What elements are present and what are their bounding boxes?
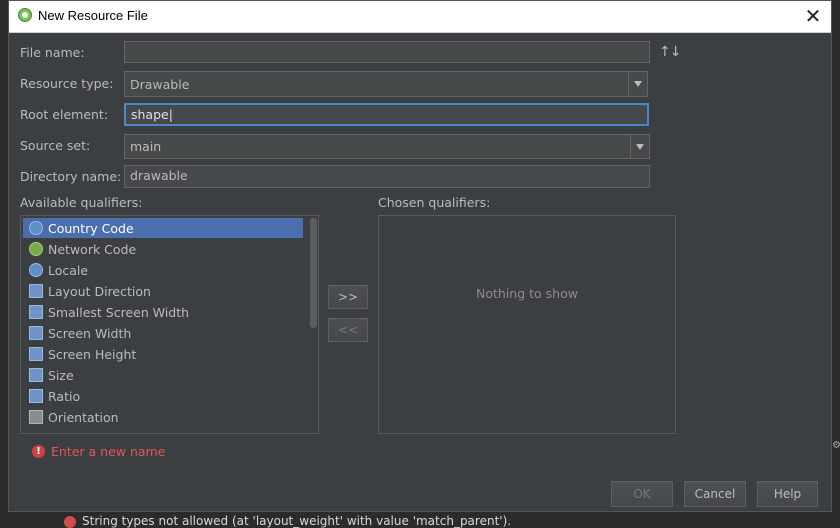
root-element-input[interactable]: shape| bbox=[124, 103, 649, 126]
chosen-qualifiers-label: Chosen qualifiers: bbox=[378, 195, 491, 210]
globe-icon bbox=[29, 221, 43, 235]
empty-list-text: Nothing to show bbox=[476, 286, 578, 301]
list-item-country-code[interactable]: Country Code bbox=[23, 218, 303, 238]
file-name-label: File name: bbox=[20, 45, 85, 60]
source-set-select[interactable]: main bbox=[124, 134, 650, 159]
screen-width-icon bbox=[29, 305, 43, 319]
root-element-label: Root element: bbox=[20, 107, 109, 122]
list-item-ratio[interactable]: Ratio bbox=[23, 386, 303, 406]
list-item-smallest-screen-width[interactable]: Smallest Screen Width bbox=[23, 302, 303, 322]
list-item-orientation[interactable]: Orientation bbox=[23, 407, 303, 427]
orientation-icon bbox=[29, 410, 43, 424]
gear-icon[interactable]: ⚙ bbox=[832, 440, 840, 451]
list-item-label: Locale bbox=[48, 262, 89, 278]
source-set-value: main bbox=[130, 139, 162, 154]
resource-type-select[interactable]: Drawable bbox=[124, 71, 648, 97]
chevron-down-icon[interactable] bbox=[628, 72, 647, 96]
status-error-icon bbox=[64, 516, 76, 528]
resource-type-label: Resource type: bbox=[20, 76, 114, 91]
size-icon bbox=[29, 368, 43, 382]
chosen-qualifiers-list[interactable]: Nothing to show bbox=[378, 215, 676, 434]
list-item-network-code[interactable]: Network Code bbox=[23, 239, 303, 259]
available-qualifiers-label: Available qualifiers: bbox=[20, 195, 143, 210]
list-item-label: Screen Height bbox=[48, 346, 137, 362]
remove-qualifier-button[interactable]: << bbox=[328, 318, 368, 342]
file-name-input[interactable] bbox=[124, 41, 650, 63]
scrollbar-thumb[interactable] bbox=[310, 218, 317, 328]
list-item-screen-height[interactable]: Screen Height bbox=[23, 344, 303, 364]
list-item-locale[interactable]: Locale bbox=[23, 260, 303, 280]
ide-status-message: String types not allowed (at 'layout_wei… bbox=[82, 514, 512, 528]
list-item-label: Smallest Screen Width bbox=[48, 304, 190, 320]
cancel-button[interactable]: Cancel bbox=[684, 481, 746, 507]
screen-height-icon bbox=[29, 347, 43, 361]
title-bar: New Resource File ✕ bbox=[9, 1, 831, 33]
android-studio-icon bbox=[18, 8, 32, 22]
available-qualifiers-list[interactable]: Country Code Network Code Locale Layout … bbox=[20, 215, 319, 434]
list-item-label: Size bbox=[48, 367, 74, 383]
list-item-label: Orientation bbox=[48, 409, 119, 425]
list-item-label: Network Code bbox=[48, 241, 137, 257]
root-element-value: shape bbox=[131, 107, 169, 122]
chevron-down-icon[interactable] bbox=[630, 135, 649, 158]
globe-icon bbox=[29, 263, 43, 277]
source-set-label: Source set: bbox=[20, 138, 91, 153]
ide-background-left bbox=[0, 0, 8, 525]
ok-button[interactable]: OK bbox=[611, 481, 673, 507]
validation-error-message: Enter a new name bbox=[51, 444, 166, 459]
close-button[interactable]: ✕ bbox=[799, 3, 827, 29]
help-button[interactable]: Help bbox=[757, 481, 818, 507]
list-item-label: Ratio bbox=[48, 388, 81, 404]
directory-name-input[interactable]: drawable bbox=[124, 165, 650, 188]
layout-direction-icon bbox=[29, 284, 43, 298]
sort-icon[interactable]: ↑↓ bbox=[659, 44, 681, 60]
new-resource-file-dialog: New Resource File ✕ File name: ↑↓ Resour… bbox=[8, 0, 832, 512]
list-item-label: Country Code bbox=[48, 220, 134, 236]
add-qualifier-button[interactable]: >> bbox=[328, 285, 368, 309]
list-item-screen-width[interactable]: Screen Width bbox=[23, 323, 303, 343]
list-item-layout-direction[interactable]: Layout Direction bbox=[23, 281, 303, 301]
list-item-label: Layout Direction bbox=[48, 283, 151, 299]
error-icon: ! bbox=[32, 445, 45, 458]
list-item-size[interactable]: Size bbox=[23, 365, 303, 385]
network-icon bbox=[29, 242, 43, 256]
ratio-icon bbox=[29, 389, 43, 403]
resource-type-value: Drawable bbox=[130, 77, 190, 92]
list-item-label: Screen Width bbox=[48, 325, 132, 341]
window-title: New Resource File bbox=[38, 8, 148, 23]
directory-name-label: Directory name: bbox=[20, 169, 122, 184]
screen-width-icon bbox=[29, 326, 43, 340]
